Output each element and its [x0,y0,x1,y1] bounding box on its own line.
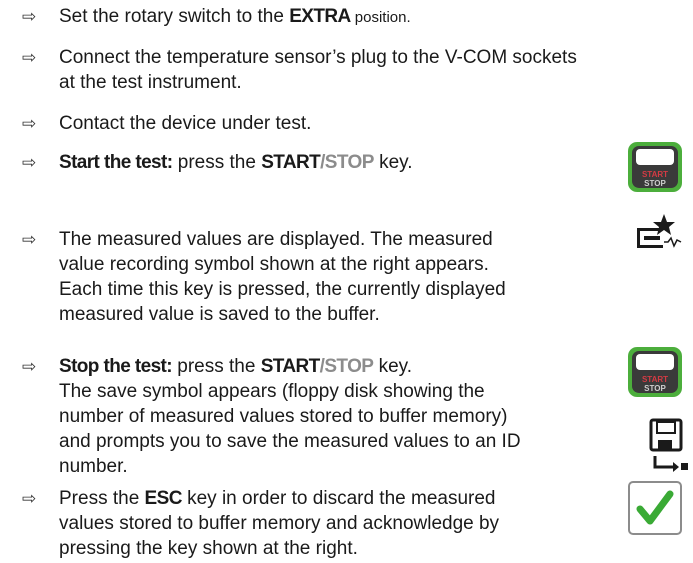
step-text: Set the rotary switch to the [59,6,290,27]
start-text: START [642,375,668,384]
bold-lead: Start the test: [59,152,173,173]
step-text: and prompts you to save the measured val… [59,431,521,452]
arrow-bullet-icon: ⇨ [22,7,37,26]
start-stop-key-icon: START STOP [628,347,682,397]
start-text: START [642,170,668,179]
arrow-bullet-icon: ⇨ [22,153,37,172]
key-label-start: START [261,152,321,173]
arrow-bullet-icon: ⇨ [22,357,37,376]
stop-text: STOP [644,179,666,188]
step-text: number. [59,456,128,477]
floppy-disk-save-icon [649,418,688,472]
step-text: key. [373,356,413,377]
arrow-bullet-icon: ⇨ [22,114,37,133]
step-text: The save symbol appears (floppy disk sho… [59,381,485,402]
step-text: values stored to buffer memory and ackno… [59,513,500,534]
step-text: Connect the temperature sensor’s plug to… [59,47,577,68]
step-text: Contact the device under test. [59,113,312,134]
step-text: press the [172,152,262,173]
key-label-stop: STOP [324,356,374,377]
step-text: position. [350,9,411,26]
arrow-bullet-icon: ⇨ [22,230,37,249]
start-stop-key-icon: START STOP [628,142,682,192]
step-text: measured value is saved to the buffer. [59,304,380,325]
step-text: key. [373,152,413,173]
step-text: Each time this key is pressed, the curre… [59,279,506,300]
step-text: The measured values are displayed. The m… [59,229,493,250]
key-label-start: START [260,356,321,377]
stop-text: STOP [644,384,666,393]
step-text: press the [172,356,261,377]
key-label-esc: ESC [144,488,183,509]
step-text: value recording symbol shown at the righ… [59,254,489,275]
arrow-bullet-icon: ⇨ [22,48,37,67]
recording-star-icon [637,214,682,248]
checkmark-key-icon [628,481,682,535]
bold-lead: Stop the test: [59,356,173,377]
arrow-bullet-icon: ⇨ [22,489,37,508]
step-text: at the test instrument. [59,72,242,93]
key-label-extra: EXTRA [289,6,351,27]
step-text: key in order to discard the measured [181,488,496,509]
step-text: pressing the key shown at the right. [59,538,358,559]
step-text: number of measured values stored to buff… [59,406,508,427]
key-label-stop: STOP [324,152,375,173]
step-text: Press the [59,488,145,509]
